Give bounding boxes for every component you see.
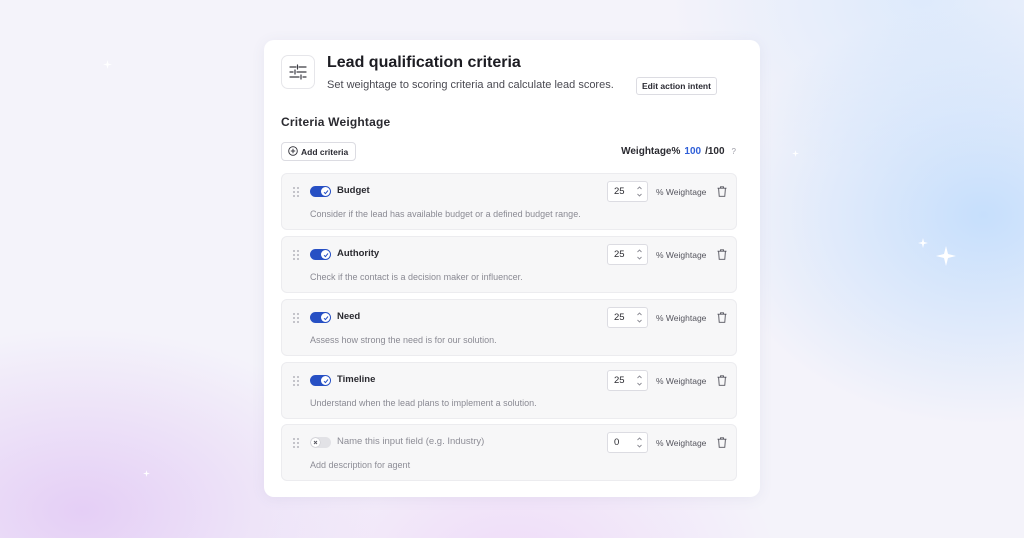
- criteria-description-input[interactable]: Add description for agent: [310, 460, 410, 470]
- stepper-arrows-icon[interactable]: [636, 373, 643, 388]
- weight-value: 25: [614, 312, 625, 323]
- sparkle-icon: [918, 238, 928, 248]
- criteria-name[interactable]: Timeline: [337, 374, 375, 385]
- criteria-toggle[interactable]: [310, 186, 331, 197]
- add-criteria-label: Add criteria: [301, 146, 349, 157]
- drag-handle-icon[interactable]: [292, 374, 300, 386]
- criteria-row-timeline: Timeline Understand when the lead plans …: [281, 362, 737, 419]
- criteria-description[interactable]: Understand when the lead plans to implem…: [310, 398, 537, 408]
- page-subtitle: Set weightage to scoring criteria and ca…: [327, 79, 614, 91]
- plus-circle-icon: [288, 145, 298, 158]
- stepper-arrows-icon[interactable]: [636, 184, 643, 199]
- criteria-toggle[interactable]: [310, 312, 331, 323]
- check-icon: [321, 187, 330, 196]
- check-icon: [321, 313, 330, 322]
- criteria-description[interactable]: Consider if the lead has available budge…: [310, 209, 581, 219]
- check-icon: [321, 250, 330, 259]
- criteria-row-need: Need Assess how strong the need is for o…: [281, 299, 737, 356]
- drag-handle-icon[interactable]: [292, 248, 300, 260]
- weightage-value: 100: [684, 146, 702, 157]
- criteria-description[interactable]: Assess how strong the need is for our so…: [310, 335, 497, 345]
- criteria-row-budget: Budget Consider if the lead has availabl…: [281, 173, 737, 230]
- section-title: Criteria Weightage: [281, 115, 391, 129]
- weight-stepper[interactable]: 25: [607, 244, 648, 265]
- sparkle-icon: [103, 60, 112, 69]
- weightage-unit-label: % Weightage: [656, 438, 707, 448]
- lead-qualification-card: Lead qualification criteria Set weightag…: [264, 40, 760, 497]
- criteria-toggle[interactable]: [310, 249, 331, 260]
- drag-handle-icon[interactable]: [292, 185, 300, 197]
- weight-stepper[interactable]: 0: [607, 432, 648, 453]
- stepper-arrows-icon[interactable]: [636, 247, 643, 262]
- sparkle-icon: [143, 470, 150, 477]
- trash-icon[interactable]: [717, 312, 727, 323]
- stepper-arrows-icon[interactable]: [636, 310, 643, 325]
- sliders-icon: [281, 55, 315, 89]
- drag-handle-icon[interactable]: [292, 436, 300, 448]
- weightage-unit-label: % Weightage: [656, 250, 707, 260]
- weight-value: 25: [614, 375, 625, 386]
- criteria-name[interactable]: Authority: [337, 248, 379, 259]
- help-icon[interactable]: ?: [732, 147, 736, 156]
- weight-value: 0: [614, 437, 620, 448]
- weight-value: 25: [614, 186, 625, 197]
- drag-handle-icon[interactable]: [292, 311, 300, 323]
- weightage-summary: Weightage% 100 /100 ?: [621, 146, 736, 157]
- page-title: Lead qualification criteria: [327, 54, 521, 71]
- criteria-toggle[interactable]: [310, 437, 331, 448]
- trash-icon[interactable]: [717, 437, 727, 448]
- weight-value: 25: [614, 249, 625, 260]
- weightage-label: Weightage%: [621, 146, 681, 157]
- sparkle-icon: [792, 150, 799, 157]
- weightage-unit-label: % Weightage: [656, 313, 707, 323]
- sparkle-icon: [936, 246, 956, 266]
- trash-icon[interactable]: [717, 375, 727, 386]
- criteria-name-input[interactable]: Name this input field (e.g. Industry): [337, 436, 484, 447]
- criteria-name[interactable]: Budget: [337, 185, 370, 196]
- weight-stepper[interactable]: 25: [607, 307, 648, 328]
- weight-stepper[interactable]: 25: [607, 370, 648, 391]
- stepper-arrows-icon[interactable]: [636, 435, 643, 450]
- check-icon: [321, 376, 330, 385]
- trash-icon[interactable]: [717, 249, 727, 260]
- criteria-row-new: Name this input field (e.g. Industry) Ad…: [281, 424, 737, 481]
- weight-stepper[interactable]: 25: [607, 181, 648, 202]
- x-icon: [311, 438, 320, 447]
- weightage-total: /100: [705, 146, 725, 157]
- trash-icon[interactable]: [717, 186, 727, 197]
- criteria-row-authority: Authority Check if the contact is a deci…: [281, 236, 737, 293]
- criteria-name[interactable]: Need: [337, 311, 360, 322]
- weightage-unit-label: % Weightage: [656, 187, 707, 197]
- edit-action-intent-button[interactable]: Edit action intent: [636, 77, 717, 95]
- add-criteria-button[interactable]: Add criteria: [281, 142, 357, 161]
- criteria-description[interactable]: Check if the contact is a decision maker…: [310, 272, 523, 282]
- criteria-toggle[interactable]: [310, 375, 331, 386]
- weightage-unit-label: % Weightage: [656, 376, 707, 386]
